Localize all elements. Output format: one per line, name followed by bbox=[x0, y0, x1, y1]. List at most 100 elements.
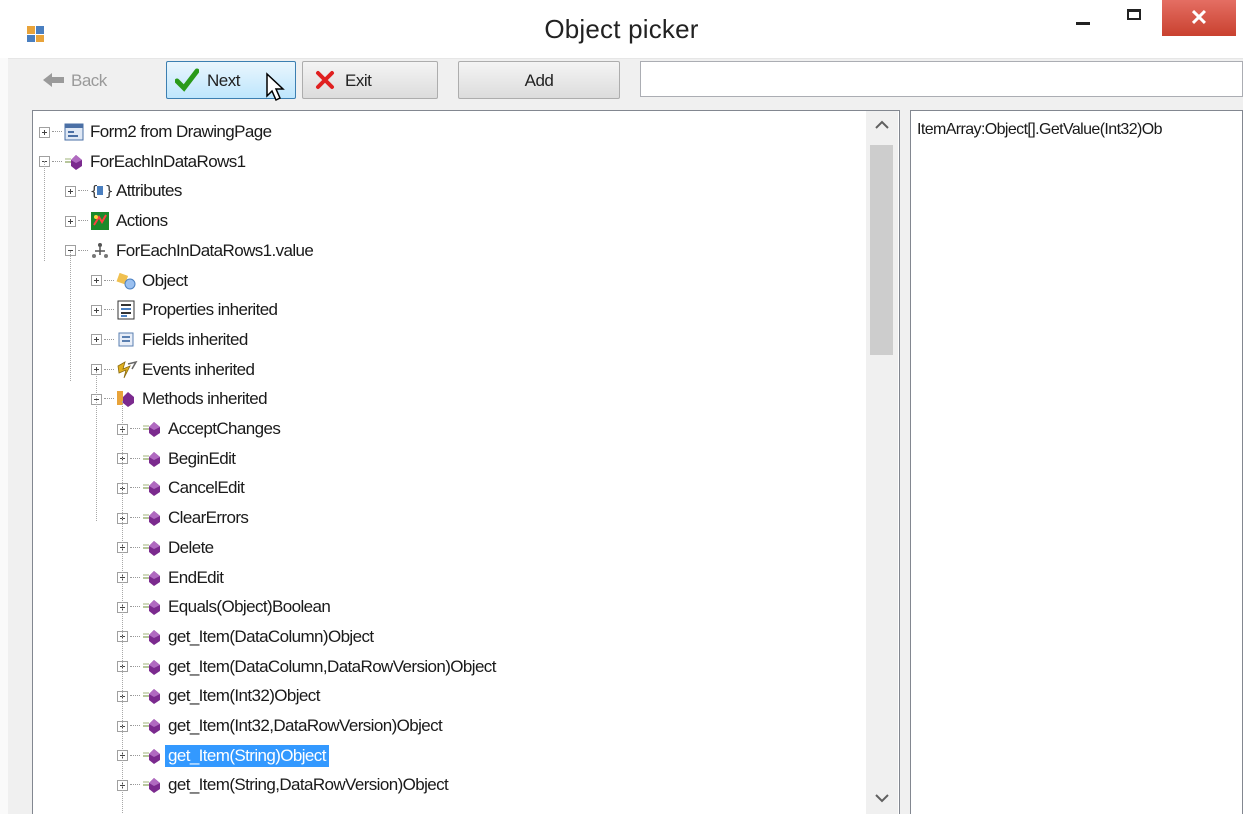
tree-node[interactable]: get_Item(DataColumn)Object bbox=[117, 622, 374, 652]
tree-node-label: Events inherited bbox=[142, 359, 255, 379]
purple-method-icon bbox=[142, 657, 162, 677]
search-input[interactable] bbox=[640, 61, 1243, 97]
expand-plus-icon[interactable] bbox=[65, 185, 76, 197]
check-icon bbox=[174, 68, 200, 97]
tree-node-label: Fields inherited bbox=[142, 329, 248, 349]
next-button-label: Next bbox=[207, 71, 240, 90]
tree-node[interactable]: get_Item(String,DataRowVersion)Object bbox=[117, 770, 449, 800]
tree-connector bbox=[130, 487, 140, 489]
tree-node[interactable]: get_Item(Int32,DataRowVersion)Object bbox=[117, 711, 443, 741]
purple-method-icon bbox=[142, 746, 162, 766]
tree-scrollbar[interactable] bbox=[866, 111, 898, 814]
tree-node[interactable]: ClearErrors bbox=[117, 503, 249, 533]
tree-connector bbox=[130, 606, 140, 608]
tree-node[interactable]: Properties inherited bbox=[91, 295, 278, 325]
tree-node-label: Delete bbox=[168, 537, 214, 557]
tree-connector bbox=[130, 725, 140, 727]
close-icon: ✕ bbox=[1189, 5, 1209, 30]
purple-method-icon bbox=[142, 716, 162, 736]
tree-node[interactable]: get_Item(DataColumn,DataRowVersion)Objec… bbox=[117, 652, 496, 682]
tree-node[interactable]: {}Attributes bbox=[65, 176, 182, 206]
purple-method-icon bbox=[142, 508, 162, 528]
tree-node-label: get_Item(DataColumn)Object bbox=[168, 626, 374, 646]
properties-icon bbox=[116, 300, 136, 320]
add-button[interactable]: Add bbox=[458, 61, 620, 99]
tree-node[interactable]: CancelEdit bbox=[117, 473, 245, 503]
tree-node[interactable]: EndEdit bbox=[117, 563, 224, 593]
purple-method-icon bbox=[142, 478, 162, 498]
maximize-button[interactable] bbox=[1110, 0, 1162, 38]
back-button-label: Back bbox=[71, 71, 107, 90]
tree-node[interactable]: get_Item(Int32)Object bbox=[117, 681, 320, 711]
tree-node[interactable]: AcceptChanges bbox=[117, 414, 281, 444]
tree-node[interactable]: Object bbox=[91, 266, 188, 296]
tree-connector bbox=[130, 695, 140, 697]
tree-connector bbox=[130, 665, 140, 668]
tree-node-label: ForEachInDataRows1 bbox=[90, 151, 246, 171]
tree-node[interactable]: ForEachInDataRows1 bbox=[39, 147, 246, 177]
tree-guide-line bbox=[96, 371, 97, 521]
tree-node[interactable]: Form2 from DrawingPage bbox=[39, 117, 272, 147]
next-button[interactable]: Next bbox=[166, 61, 296, 102]
expand-plus-icon[interactable] bbox=[91, 334, 102, 346]
expand-plus-icon[interactable] bbox=[65, 215, 76, 227]
purple-method-icon bbox=[142, 568, 162, 588]
tree-node-label: ClearErrors bbox=[168, 508, 249, 528]
expand-plus-icon[interactable] bbox=[91, 275, 102, 286]
tree-node[interactable]: Fields inherited bbox=[91, 325, 248, 355]
back-button[interactable]: Back bbox=[30, 61, 154, 99]
scroll-up-arrow-icon[interactable] bbox=[866, 111, 898, 141]
tree-node-label: Methods inherited bbox=[142, 389, 268, 409]
tree-node-label: Form2 from DrawingPage bbox=[90, 122, 272, 141]
tree-connector bbox=[130, 635, 140, 638]
tree-node[interactable]: Delete bbox=[117, 533, 214, 563]
tree-connector bbox=[130, 754, 140, 757]
tree-connector bbox=[104, 279, 114, 282]
scroll-thumb[interactable] bbox=[870, 145, 893, 355]
tree-connector bbox=[130, 517, 140, 519]
tree-connector bbox=[104, 338, 114, 341]
tree-node-label: get_Item(Int32,DataRowVersion)Object bbox=[168, 716, 443, 735]
details-panel: ItemArray:Object[].GetValue(Int32)Ob bbox=[910, 110, 1243, 814]
minimize-button[interactable] bbox=[1062, 0, 1106, 38]
mouse-cursor-icon bbox=[265, 72, 287, 107]
tree-connector bbox=[78, 249, 88, 252]
expand-plus-icon[interactable] bbox=[39, 126, 50, 138]
tree-node-label: Equals(Object)Boolean bbox=[168, 597, 331, 617]
svg-text:}: } bbox=[105, 184, 112, 200]
scroll-down-arrow-icon[interactable] bbox=[866, 784, 898, 814]
details-text: ItemArray:Object[].GetValue(Int32)Ob bbox=[917, 121, 1162, 138]
expand-plus-icon[interactable] bbox=[91, 304, 102, 316]
tree-connector bbox=[52, 131, 62, 133]
tree-node[interactable]: Methods inherited bbox=[91, 384, 268, 414]
value-icon bbox=[90, 241, 110, 261]
form-icon bbox=[64, 122, 84, 142]
window-left-edge bbox=[0, 58, 8, 814]
tree-node-label: ForEachInDataRows1.value bbox=[116, 240, 314, 260]
purple-method-icon bbox=[142, 597, 162, 617]
tree-node-label: Object bbox=[142, 270, 188, 290]
events-icon bbox=[116, 360, 138, 380]
close-button[interactable]: ✕ bbox=[1162, 0, 1236, 36]
object-tree[interactable]: Form2 from DrawingPage ForEachInDataRows1… bbox=[32, 110, 900, 814]
purple-method-icon bbox=[142, 775, 162, 795]
tree-node[interactable]: Actions bbox=[65, 206, 168, 236]
purple-method-icon bbox=[64, 152, 84, 172]
tree-connector bbox=[104, 309, 114, 311]
tree-node[interactable]: Equals(Object)Boolean bbox=[117, 592, 331, 622]
tree-connector bbox=[52, 160, 62, 163]
tree-node[interactable]: ForEachInDataRows1.value bbox=[65, 236, 314, 266]
tree-connector bbox=[130, 546, 140, 549]
tree-node[interactable]: get_Item(String)Object bbox=[117, 741, 329, 771]
methods-icon bbox=[116, 389, 136, 409]
tree-node[interactable]: BeginEdit bbox=[117, 444, 236, 474]
tree-connector bbox=[104, 398, 114, 400]
tree-node-label: CancelEdit bbox=[168, 478, 245, 498]
tree-node[interactable]: Events inherited bbox=[91, 355, 255, 385]
exit-button[interactable]: Exit bbox=[302, 61, 438, 99]
tree-connector bbox=[130, 428, 140, 430]
tree-connector bbox=[130, 576, 140, 579]
window-title: Object picker bbox=[544, 14, 699, 44]
purple-method-icon bbox=[142, 538, 162, 558]
tree-connector bbox=[104, 368, 114, 371]
